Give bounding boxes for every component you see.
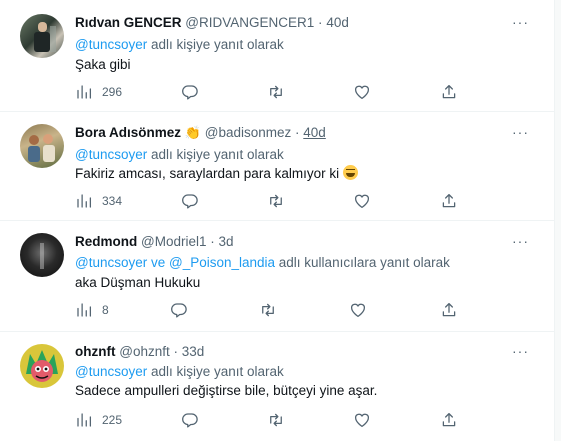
display-name[interactable]: Redmond bbox=[75, 234, 137, 249]
like-button[interactable] bbox=[349, 301, 367, 319]
tweet-text: Şaka gibi bbox=[75, 57, 131, 72]
tweet[interactable]: Bora Adısönmez 👏 @badisonmez · 40d ··· @… bbox=[0, 112, 555, 221]
tweet-header: Rıdvan GENCER @RIDVANGENCER1 · 40d bbox=[75, 15, 349, 30]
views-count: 334 bbox=[102, 194, 123, 208]
display-name[interactable]: Rıdvan GENCER bbox=[75, 15, 182, 30]
separator-dot: · bbox=[210, 234, 215, 249]
share-icon bbox=[440, 301, 458, 319]
views-button[interactable]: 296 bbox=[75, 83, 122, 101]
tweet[interactable]: Rıdvan GENCER @RIDVANGENCER1 · 40d ··· @… bbox=[0, 0, 555, 112]
tweet-header: ohznft @ohznft · 33d bbox=[75, 344, 204, 359]
more-options-icon[interactable]: ··· bbox=[512, 233, 529, 249]
reply-context: @tuncsoyer ve @_Poison_landia adlı kulla… bbox=[75, 255, 450, 270]
views-button[interactable]: 8 bbox=[75, 301, 109, 319]
views-button[interactable]: 225 bbox=[75, 411, 122, 429]
views-button[interactable]: 334 bbox=[75, 192, 122, 210]
tweet-text: Sadece ampulleri değiştirse bile, bütçey… bbox=[75, 383, 378, 398]
reply-button[interactable] bbox=[170, 301, 188, 319]
share-button[interactable] bbox=[440, 411, 458, 429]
views-icon bbox=[75, 192, 93, 210]
reply-icon bbox=[181, 83, 199, 101]
retweet-icon bbox=[267, 411, 285, 429]
avatar[interactable] bbox=[20, 14, 64, 58]
avatar[interactable] bbox=[20, 124, 64, 168]
like-button[interactable] bbox=[353, 411, 371, 429]
reply-context: @tuncsoyer adlı kişiye yanıt olarak bbox=[75, 37, 284, 52]
views-icon bbox=[75, 411, 93, 429]
share-icon bbox=[440, 411, 458, 429]
tweet-text: Fakiriz amcası, saraylardan para kalmıyo… bbox=[75, 165, 358, 181]
reply-button[interactable] bbox=[181, 411, 199, 429]
tweet-header: Bora Adısönmez 👏 @badisonmez · 40d bbox=[75, 125, 326, 141]
retweet-button[interactable] bbox=[267, 411, 285, 429]
reply-mention-link[interactable]: @tuncsoyer bbox=[75, 364, 147, 379]
retweet-button[interactable] bbox=[259, 301, 277, 319]
tweet[interactable]: ohznft @ohznft · 33d ··· @tuncsoyer adlı… bbox=[0, 332, 555, 441]
reply-context-text: adlı kullanıcılara yanıt olarak bbox=[275, 255, 450, 270]
like-button[interactable] bbox=[353, 192, 371, 210]
heart-icon bbox=[353, 83, 371, 101]
handle[interactable]: @RIDVANGENCER1 bbox=[185, 15, 314, 30]
timestamp[interactable]: 40d bbox=[303, 125, 326, 140]
retweet-icon bbox=[267, 192, 285, 210]
retweet-button[interactable] bbox=[267, 192, 285, 210]
reply-context: @tuncsoyer adlı kişiye yanıt olarak bbox=[75, 364, 284, 379]
handle[interactable]: @badisonmez bbox=[205, 125, 292, 140]
reply-button[interactable] bbox=[181, 192, 199, 210]
retweet-icon bbox=[267, 83, 285, 101]
handle[interactable]: @Modriel1 bbox=[141, 234, 206, 249]
reply-context: @tuncsoyer adlı kişiye yanıt olarak bbox=[75, 147, 284, 162]
retweet-button[interactable] bbox=[267, 83, 285, 101]
display-name[interactable]: ohznft bbox=[75, 344, 115, 359]
more-options-icon[interactable]: ··· bbox=[512, 343, 529, 359]
more-options-icon[interactable]: ··· bbox=[512, 124, 529, 140]
tweet-text-body: Fakiriz amcası, saraylardan para kalmıyo… bbox=[75, 166, 340, 181]
avatar[interactable] bbox=[20, 344, 64, 388]
views-count: 296 bbox=[102, 85, 123, 99]
tweet-text: aka Düşman Hukuku bbox=[75, 275, 201, 290]
views-icon bbox=[75, 83, 93, 101]
tweet-header: Redmond @Modriel1 · 3d bbox=[75, 234, 234, 249]
share-button[interactable] bbox=[440, 301, 458, 319]
separator-dot: · bbox=[295, 125, 300, 140]
share-icon bbox=[440, 192, 458, 210]
tweet[interactable]: Redmond @Modriel1 · 3d ··· @tuncsoyer ve… bbox=[0, 221, 555, 332]
reply-button[interactable] bbox=[181, 83, 199, 101]
reply-mention-link[interactable]: @tuncsoyer bbox=[75, 37, 147, 52]
heart-icon bbox=[353, 192, 371, 210]
avatar[interactable] bbox=[20, 233, 64, 277]
share-icon bbox=[440, 83, 458, 101]
share-button[interactable] bbox=[440, 192, 458, 210]
reply-icon bbox=[181, 411, 199, 429]
heart-icon bbox=[353, 411, 371, 429]
rolling-laughing-emoji bbox=[342, 165, 358, 180]
scrollbar-track[interactable] bbox=[554, 0, 561, 441]
reply-mention-link[interactable]: @tuncsoyer bbox=[75, 147, 147, 162]
separator-dot: · bbox=[318, 15, 323, 30]
more-options-icon[interactable]: ··· bbox=[512, 14, 529, 30]
reply-context-text: adlı kişiye yanıt olarak bbox=[147, 37, 284, 52]
heart-icon bbox=[349, 301, 367, 319]
share-button[interactable] bbox=[440, 83, 458, 101]
timestamp[interactable]: 40d bbox=[326, 15, 349, 30]
like-button[interactable] bbox=[353, 83, 371, 101]
clap-emoji: 👏 bbox=[184, 125, 201, 140]
reply-icon bbox=[170, 301, 188, 319]
reply-mention-link[interactable]: @tuncsoyer ve @_Poison_landia bbox=[75, 255, 275, 270]
views-count: 8 bbox=[102, 303, 109, 317]
views-count: 225 bbox=[102, 413, 123, 427]
handle[interactable]: @ohznft bbox=[119, 344, 169, 359]
timestamp[interactable]: 3d bbox=[219, 234, 234, 249]
reply-icon bbox=[181, 192, 199, 210]
display-name[interactable]: Bora Adısönmez bbox=[75, 125, 181, 140]
separator-dot: · bbox=[173, 344, 179, 359]
retweet-icon bbox=[259, 301, 277, 319]
views-icon bbox=[75, 301, 93, 319]
reply-context-text: adlı kişiye yanıt olarak bbox=[147, 147, 284, 162]
timestamp[interactable]: 33d bbox=[182, 344, 205, 359]
reply-context-text: adlı kişiye yanıt olarak bbox=[147, 364, 284, 379]
